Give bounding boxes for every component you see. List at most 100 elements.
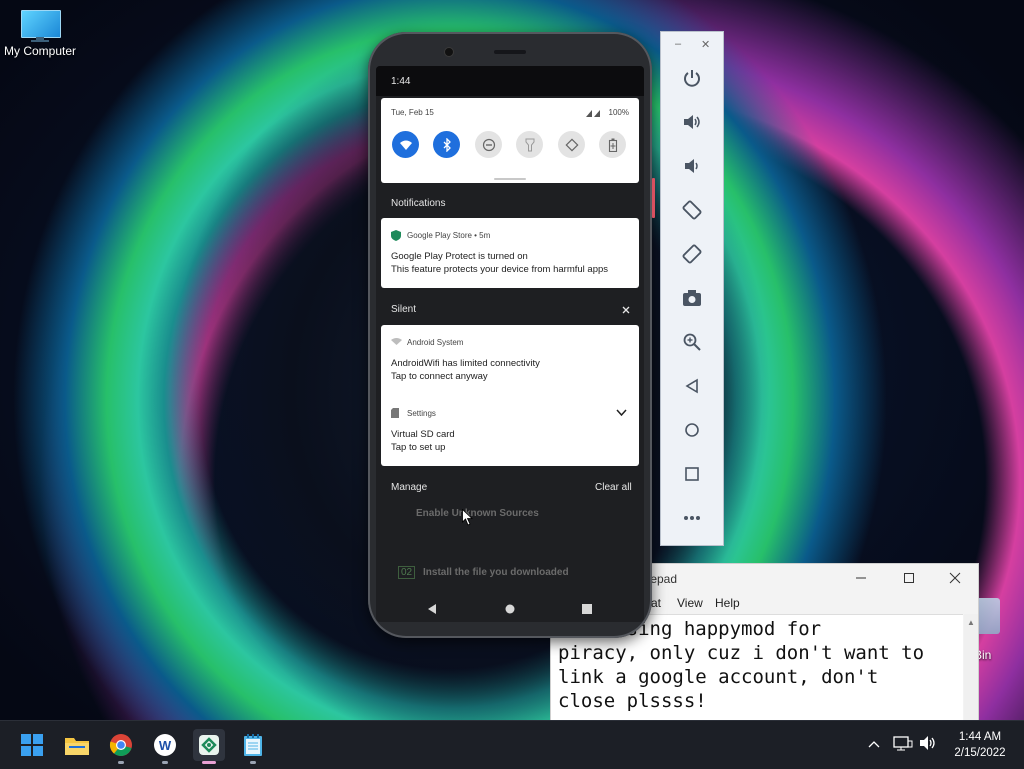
zoom-icon [683, 333, 701, 351]
menu-view[interactable]: View [677, 596, 703, 610]
clock-time: 1:44 AM [958, 731, 1002, 743]
minimize-button[interactable] [838, 564, 884, 592]
auto-rotate-tile[interactable] [558, 131, 585, 158]
notification-title: Google Play Protect is turned on [391, 251, 528, 262]
scroll-up-icon[interactable]: ▲ [964, 618, 978, 627]
qs-drag-handle[interactable] [494, 178, 526, 180]
behind-step1: Enable Unknown Sources [416, 508, 539, 519]
chevron-up-icon [868, 741, 880, 748]
running-indicator [118, 761, 124, 764]
overview-button[interactable] [680, 462, 704, 486]
quick-settings-panel: Tue, Feb 15 100% [381, 98, 639, 183]
nav-recents-button[interactable] [582, 604, 592, 617]
notification-app-name: Google Play Store • 5m [407, 231, 491, 240]
word-app-icon: W [154, 734, 176, 756]
my-computer-shortcut[interactable]: My Computer [2, 10, 78, 58]
volume-button[interactable] [919, 735, 939, 754]
flashlight-tile[interactable] [516, 131, 543, 158]
vertical-scrollbar[interactable]: ▲ [964, 614, 978, 720]
clear-all-button[interactable]: Clear all [595, 482, 632, 493]
chrome-button[interactable] [105, 729, 137, 764]
back-icon [428, 604, 436, 614]
volume-icon [920, 736, 935, 750]
monitor-icon [19, 10, 61, 42]
minimize-icon [856, 577, 866, 579]
phone-screen[interactable]: Enable Unknown Sources 02 Install the fi… [376, 66, 644, 622]
silent-notifications-card[interactable]: Android System AndroidWifi has limited c… [381, 325, 639, 466]
mouse-cursor-icon [462, 509, 473, 526]
network-button[interactable] [893, 735, 913, 754]
overview-icon [685, 467, 699, 481]
android-system-app-name: Android System [407, 338, 464, 347]
wifi-notification-title: AndroidWifi has limited connectivity [391, 358, 540, 369]
chrome-icon [109, 734, 132, 756]
screenshot-button[interactable] [680, 286, 704, 310]
close-icon [949, 572, 961, 584]
qs-date: Tue, Feb 15 [391, 108, 434, 117]
active-indicator [202, 761, 216, 764]
nav-back-button[interactable] [428, 604, 437, 617]
start-button[interactable] [16, 729, 48, 761]
home-button[interactable] [680, 418, 704, 442]
clock-date: 2/15/2022 [954, 747, 1006, 759]
volume-down-icon [685, 159, 698, 173]
do-not-disturb-tile[interactable] [475, 131, 502, 158]
back-button[interactable] [680, 374, 704, 398]
show-hidden-icons-button[interactable] [868, 737, 880, 751]
overview-icon [582, 604, 592, 614]
front-camera [444, 47, 454, 57]
wifi-warning-icon [391, 338, 402, 345]
close-button[interactable] [932, 564, 978, 592]
chevron-down-icon[interactable] [616, 409, 627, 416]
my-computer-label: My Computer [3, 44, 77, 58]
android-studio-button[interactable] [193, 729, 225, 764]
manage-button[interactable]: Manage [391, 482, 427, 493]
android-emulator-device: Enable Unknown Sources 02 Install the fi… [368, 32, 655, 638]
battery-saver-tile[interactable] [599, 131, 626, 158]
signal-icon [586, 109, 601, 117]
behind-step2-number: 02 [398, 566, 416, 579]
bluetooth-tile[interactable] [433, 131, 460, 158]
bluetooth-icon [443, 137, 451, 152]
taskbar: W 1:44 AM 2/15/2022 [0, 720, 1024, 769]
wifi-icon [399, 140, 412, 150]
behind-step2: Install the file you downloaded [423, 567, 569, 578]
volume-down-button[interactable] [680, 154, 704, 178]
rotate-left-button[interactable] [680, 198, 704, 222]
wifi-tile[interactable] [392, 131, 419, 158]
back-icon [685, 378, 698, 394]
battery-saver-icon [608, 138, 617, 152]
desktop-wallpaper: My Computer e Bin tepad at View Help t u… [0, 0, 1024, 720]
menu-format[interactable]: at [651, 596, 661, 610]
toolbar-minimize-button[interactable]: – [675, 38, 681, 50]
more-icon [684, 516, 700, 520]
word-app-button[interactable]: W [149, 729, 181, 764]
sd-notification-title: Virtual SD card [391, 429, 455, 440]
running-indicator [162, 761, 168, 764]
maximize-button[interactable] [886, 564, 932, 592]
file-explorer-button[interactable] [61, 729, 93, 761]
toolbar-close-button[interactable]: ✕ [701, 38, 710, 51]
more-button[interactable] [680, 506, 704, 530]
zoom-button[interactable] [680, 330, 704, 354]
file-explorer-icon [65, 738, 89, 755]
volume-up-button[interactable] [680, 110, 704, 134]
maximize-icon [904, 573, 914, 583]
notification-body: This feature protects your device from h… [391, 264, 609, 275]
power-button[interactable] [680, 66, 704, 90]
rotate-left-icon [682, 200, 702, 220]
nav-home-button[interactable] [505, 604, 515, 617]
rotate-right-button[interactable] [680, 242, 704, 266]
dismiss-silent-icon[interactable] [622, 306, 630, 314]
menu-help[interactable]: Help [715, 596, 740, 610]
play-protect-notification[interactable]: Google Play Store • 5m Google Play Prote… [381, 218, 639, 288]
home-icon [505, 604, 515, 614]
notifications-header: Notifications [391, 198, 446, 209]
wifi-notification-body: Tap to connect anyway [391, 371, 488, 382]
silent-header: Silent [391, 304, 417, 315]
running-indicator [250, 761, 256, 764]
notepad-button[interactable] [237, 729, 269, 764]
system-clock[interactable]: 1:44 AM 2/15/2022 [948, 729, 1012, 761]
home-icon [685, 423, 699, 437]
auto-rotate-icon [564, 137, 579, 152]
